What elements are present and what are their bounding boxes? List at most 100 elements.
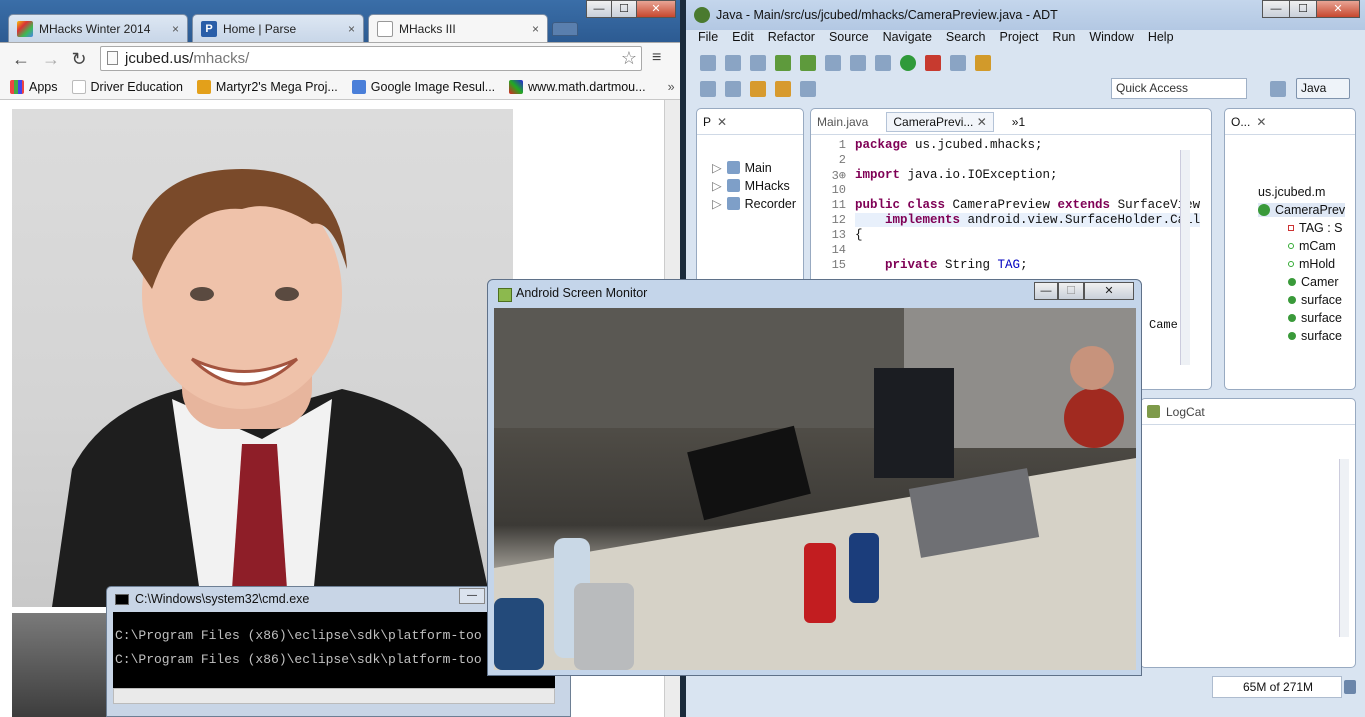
menu-help[interactable]: Help — [1148, 30, 1174, 50]
project-recorder[interactable]: ▷ Recorder — [712, 196, 796, 212]
bookmarks-more-button[interactable]: » — [668, 80, 675, 94]
reload-icon[interactable]: ↻ — [68, 48, 90, 70]
adt-minimize-button[interactable]: — — [1262, 0, 1290, 18]
adt-close-button[interactable]: ✕ — [1316, 0, 1360, 18]
project-mhacks[interactable]: ▷ MHacks — [712, 178, 790, 194]
trash-icon[interactable] — [1344, 680, 1356, 694]
page-favicon-icon — [377, 20, 393, 37]
back-icon[interactable] — [750, 81, 766, 97]
lint-icon[interactable] — [825, 55, 841, 71]
outline-field[interactable]: mCam — [1288, 239, 1336, 253]
chrome-minimize-button[interactable]: — — [586, 0, 612, 18]
java-perspective-button[interactable]: Java — [1296, 78, 1350, 99]
annotation-icon[interactable] — [700, 81, 716, 97]
menu-source[interactable]: Source — [829, 30, 869, 50]
more-tabs-button[interactable]: »1 — [1012, 115, 1025, 129]
package-explorer-tab[interactable]: P — [703, 115, 711, 129]
star-icon[interactable]: ☆ — [621, 47, 637, 70]
pin-editor-icon[interactable] — [800, 81, 816, 97]
outline-method[interactable]: surface — [1288, 293, 1342, 307]
outline-method[interactable]: Camer — [1288, 275, 1339, 289]
line-number: 3⊕ — [831, 169, 846, 183]
monitor-maximize-button[interactable]: ☐ — [1058, 282, 1084, 300]
bookmark-google-image[interactable]: Google Image Resul... — [351, 79, 495, 94]
chrome-maximize-button[interactable]: ☐ — [611, 0, 637, 18]
quick-access-input[interactable]: Quick Access — [1111, 78, 1247, 99]
menu-edit[interactable]: Edit — [732, 30, 754, 50]
outline-class[interactable]: CameraPrev — [1258, 203, 1346, 217]
open-type-icon[interactable] — [975, 55, 991, 71]
cmd-horizontal-scrollbar[interactable] — [113, 688, 555, 704]
new-class-icon[interactable] — [950, 55, 966, 71]
camera-scene-illustration — [494, 308, 1136, 670]
save-all-icon[interactable] — [750, 55, 766, 71]
debug-icon[interactable] — [875, 55, 891, 71]
avd-manager-icon[interactable] — [800, 55, 816, 71]
tab-close-icon[interactable]: × — [532, 22, 539, 36]
chrome-close-button[interactable]: ✕ — [636, 0, 676, 18]
adt-maximize-button[interactable]: ☐ — [1289, 0, 1317, 18]
outline-tab[interactable]: O... — [1231, 115, 1250, 129]
logcat-scrollbar[interactable] — [1339, 459, 1349, 637]
outline-method[interactable]: surface — [1288, 311, 1342, 325]
bookmark-label: Martyr2's Mega Proj... — [215, 79, 338, 94]
tab-close-icon[interactable]: × — [348, 22, 355, 36]
site-favicon-icon — [509, 79, 524, 94]
editor-scrollbar[interactable] — [1180, 150, 1190, 365]
device-screen-view[interactable] — [494, 308, 1136, 670]
expand-arrow-icon[interactable]: ▷ — [712, 160, 722, 175]
outline-label: surface — [1301, 311, 1342, 325]
menu-file[interactable]: File — [698, 30, 718, 50]
code-line: import java.io.IOException; — [855, 168, 1058, 182]
project-main[interactable]: ▷ Main — [712, 160, 772, 176]
cmd-minimize-button[interactable]: — — [459, 588, 485, 604]
android-sdk-icon[interactable] — [775, 55, 791, 71]
prev-annotation-icon[interactable] — [725, 81, 741, 97]
close-icon[interactable]: ✕ — [717, 115, 727, 129]
heap-status[interactable]: 65M of 271M — [1212, 676, 1342, 698]
new-icon[interactable] — [700, 55, 716, 71]
close-icon[interactable]: ✕ — [1256, 115, 1266, 129]
menu-refactor[interactable]: Refactor — [768, 30, 815, 50]
tab-camera-preview[interactable]: CameraPrevi... ✕ — [886, 111, 994, 132]
tab-label: Home | Parse — [223, 21, 297, 36]
close-icon[interactable]: ✕ — [977, 115, 987, 129]
bookmark-martyr2[interactable]: Martyr2's Mega Proj... — [196, 79, 338, 94]
menu-search[interactable]: Search — [946, 30, 986, 50]
tab-favicon-icon — [17, 20, 33, 37]
menu-run[interactable]: Run — [1052, 30, 1075, 50]
forward-icon[interactable] — [775, 81, 791, 97]
monitor-minimize-button[interactable]: — — [1034, 282, 1058, 300]
expand-arrow-icon[interactable]: ▷ — [712, 178, 722, 193]
outline-method[interactable]: surface — [1288, 329, 1342, 343]
save-icon[interactable] — [725, 55, 741, 71]
bookmark-math-dartmouth[interactable]: www.math.dartmou... — [509, 79, 646, 94]
new-tab-button[interactable] — [552, 22, 578, 36]
tab-home-parse[interactable]: P Home | Parse × — [192, 14, 364, 42]
expand-arrow-icon[interactable]: ▷ — [712, 196, 722, 211]
method-icon — [1288, 332, 1296, 340]
address-bar[interactable]: jcubed.us/mhacks/ ☆ — [100, 46, 642, 71]
tab-main-java[interactable]: Main.java — [817, 115, 868, 129]
back-icon[interactable]: ← — [10, 48, 32, 70]
menu-window[interactable]: Window — [1089, 30, 1133, 50]
open-perspective-icon[interactable] — [1270, 81, 1286, 97]
menu-icon[interactable]: ≡ — [652, 50, 668, 66]
outline-field[interactable]: mHold — [1288, 257, 1335, 271]
forward-icon[interactable]: → — [40, 48, 62, 70]
external-tools-icon[interactable] — [925, 55, 941, 71]
monitor-close-button[interactable]: ✕ — [1084, 282, 1134, 300]
bookmark-driver-education[interactable]: Driver Education — [71, 79, 183, 94]
logcat-tab[interactable]: LogCat — [1166, 405, 1205, 419]
tab-close-icon[interactable]: × — [172, 22, 179, 36]
menu-project[interactable]: Project — [1000, 30, 1039, 50]
menu-navigate[interactable]: Navigate — [883, 30, 932, 50]
tab-mhacks-winter[interactable]: MHacks Winter 2014 × — [8, 14, 188, 42]
outline-field[interactable]: TAG : S — [1288, 221, 1343, 235]
outline-package[interactable]: us.jcubed.m — [1258, 185, 1325, 199]
new-android-project-icon[interactable] — [850, 55, 866, 71]
run-icon[interactable] — [900, 55, 916, 71]
editor-tabs: Main.java CameraPrevi... ✕ »1 — [811, 109, 1211, 135]
bookmark-apps[interactable]: Apps — [10, 79, 58, 94]
tab-mhacks-iii[interactable]: MHacks III × — [368, 14, 548, 42]
